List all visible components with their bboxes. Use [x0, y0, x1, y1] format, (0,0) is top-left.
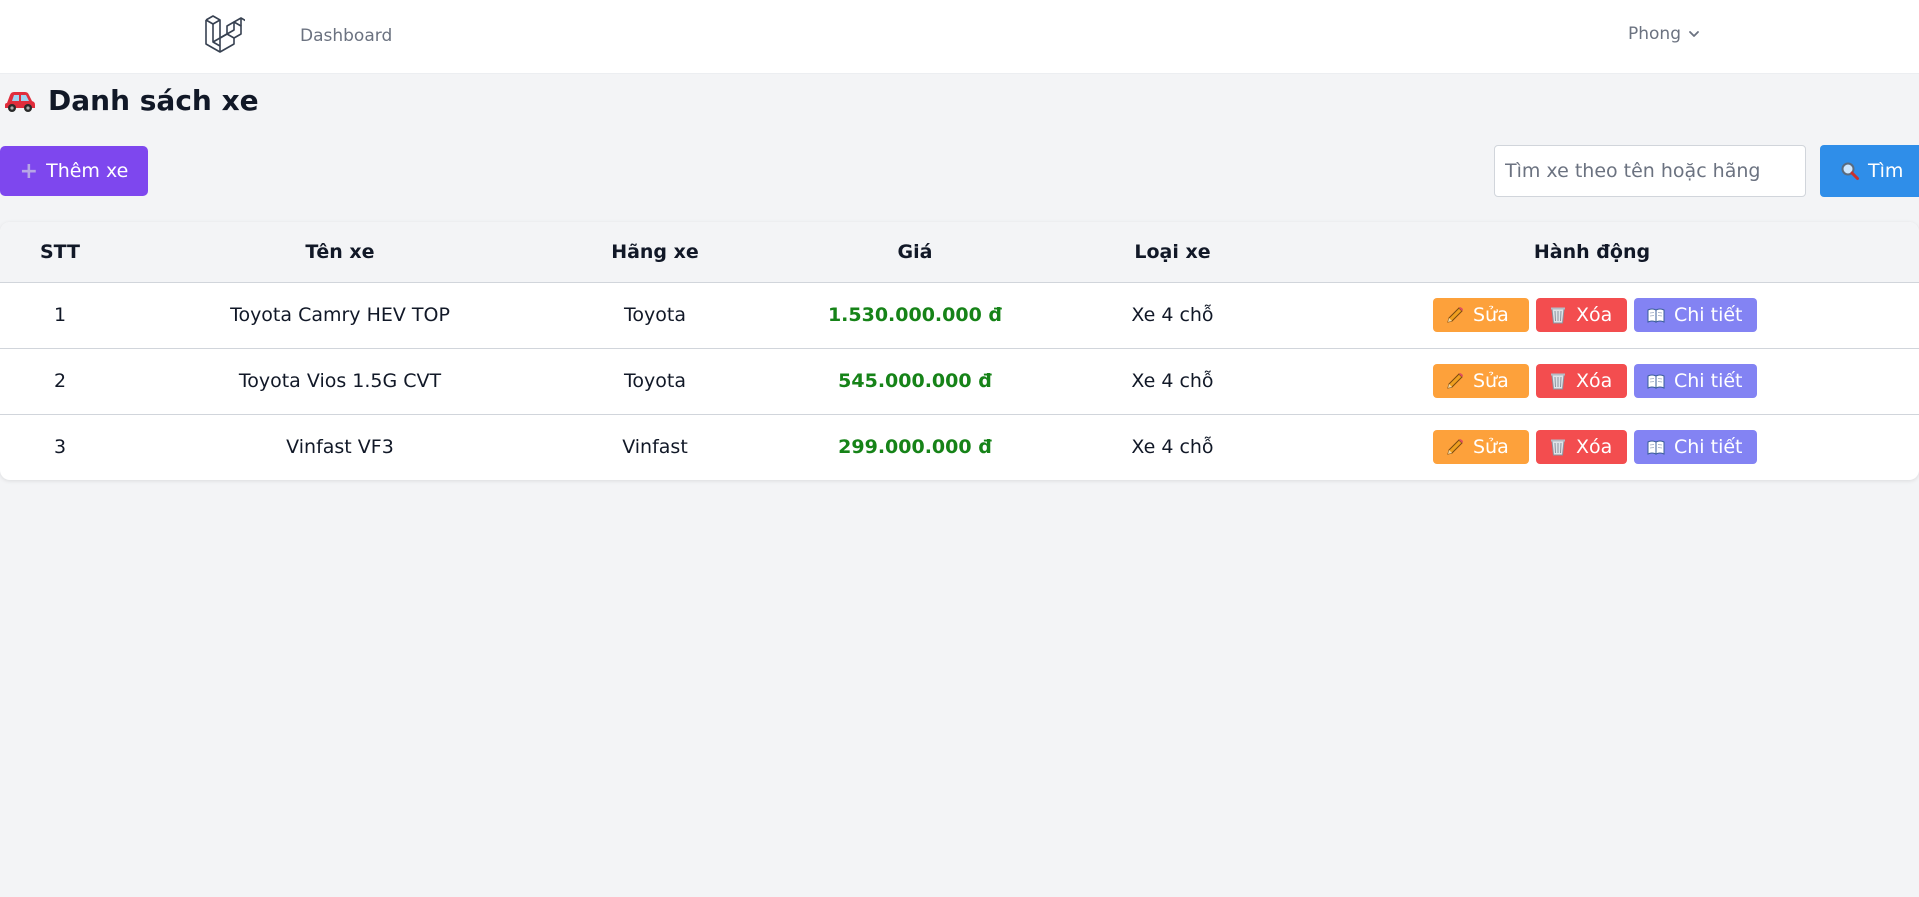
table-header-row: STT Tên xe Hãng xe Giá Loại xe Hành động — [0, 222, 1919, 282]
pencil-icon — [1447, 307, 1463, 323]
edit-label: Sửa — [1473, 304, 1509, 326]
table-row: 2 Toyota Vios 1.5G CVT Toyota 545.000.00… — [0, 348, 1919, 414]
edit-button[interactable]: Sửa — [1433, 298, 1529, 332]
search-label: Tìm — [1868, 160, 1904, 182]
edit-label: Sửa — [1473, 436, 1509, 459]
detail-button[interactable]: Chi tiết — [1634, 430, 1757, 465]
detail-label: Chi tiết — [1674, 370, 1743, 392]
cell-brand: Toyota — [624, 304, 686, 326]
pencil-icon — [1447, 439, 1463, 455]
column-header-type: Loại xe — [1134, 240, 1211, 263]
cell-name: Toyota Vios 1.5G CVT — [238, 370, 442, 392]
top-navbar: Dashboard Phong — [0, 0, 1919, 74]
detail-label: Chi tiết — [1674, 436, 1743, 459]
cell-type: Xe 4 chỗ — [1131, 370, 1214, 392]
cell-actions: Sửa Xóa Chi tiết — [1265, 414, 1919, 480]
search-input[interactable] — [1494, 145, 1806, 197]
chevron-down-icon — [1689, 31, 1699, 37]
cell-stt: 1 — [53, 304, 67, 326]
delete-button[interactable]: Xóa — [1536, 430, 1627, 465]
column-header-price: Giá — [897, 240, 933, 263]
laravel-logo-icon[interactable] — [203, 14, 245, 54]
column-header-actions: Hành động — [1533, 240, 1651, 263]
cell-actions: Sửa Xóa Chi tiết — [1265, 348, 1919, 414]
cell-brand: Toyota — [624, 370, 686, 392]
cell-type: Xe 4 chỗ — [1131, 436, 1214, 459]
edit-button[interactable]: Sửa — [1433, 430, 1529, 465]
cell-name: Toyota Camry HEV TOP — [230, 304, 450, 326]
pencil-icon — [1447, 373, 1463, 389]
edit-label: Sửa — [1473, 370, 1509, 392]
delete-label: Xóa — [1576, 436, 1613, 459]
wastebasket-icon — [1551, 373, 1565, 390]
nav-dashboard-link[interactable]: Dashboard — [300, 26, 392, 46]
delete-label: Xóa — [1576, 304, 1613, 326]
column-header-brand: Hãng xe — [611, 240, 699, 263]
add-car-label: Thêm xe — [46, 160, 129, 182]
add-car-button[interactable]: + Thêm xe — [0, 146, 148, 196]
column-header-stt: STT — [39, 240, 81, 263]
cell-actions: Sửa Xóa Chi tiết — [1265, 282, 1919, 348]
open-book-icon — [1647, 374, 1665, 389]
cell-brand: Vinfast — [622, 436, 688, 459]
cell-type: Xe 4 chỗ — [1131, 304, 1214, 326]
cell-price: 299.000.000 đ — [838, 436, 992, 459]
column-header-name: Tên xe — [305, 240, 375, 263]
cars-table: STT Tên xe Hãng xe Giá Loại xe Hành động… — [0, 222, 1919, 480]
user-name: Phong — [1628, 24, 1681, 44]
red-car-icon — [5, 92, 35, 112]
wastebasket-icon — [1551, 439, 1565, 456]
cell-price: 545.000.000 đ — [838, 370, 992, 392]
page-header: Danh sách xe — [4, 80, 259, 120]
delete-button[interactable]: Xóa — [1536, 298, 1627, 332]
wastebasket-icon — [1551, 307, 1565, 324]
cell-stt: 2 — [53, 370, 67, 392]
detail-label: Chi tiết — [1674, 304, 1743, 326]
cell-price: 1.530.000.000 đ — [827, 304, 1003, 326]
plus-icon: + — [19, 158, 39, 184]
detail-button[interactable]: Chi tiết — [1634, 364, 1757, 398]
search-button[interactable]: Tìm — [1820, 145, 1919, 197]
cars-table-card: STT Tên xe Hãng xe Giá Loại xe Hành động… — [0, 222, 1919, 480]
open-book-icon — [1647, 308, 1665, 323]
delete-button[interactable]: Xóa — [1536, 364, 1627, 398]
cell-stt: 3 — [53, 436, 67, 459]
page-title: Danh sách xe — [48, 83, 259, 117]
table-row: 3 Vinfast VF3 Vinfast 299.000.000 đ Xe 4… — [0, 414, 1919, 480]
open-book-icon — [1647, 440, 1665, 456]
edit-button[interactable]: Sửa — [1433, 364, 1529, 398]
magnifier-icon — [1841, 162, 1859, 180]
table-row: 1 Toyota Camry HEV TOP Toyota 1.530.000.… — [0, 282, 1919, 348]
delete-label: Xóa — [1576, 370, 1613, 392]
detail-button[interactable]: Chi tiết — [1634, 298, 1757, 332]
cell-name: Vinfast VF3 — [286, 436, 394, 459]
user-menu-dropdown[interactable]: Phong — [1628, 24, 1700, 44]
